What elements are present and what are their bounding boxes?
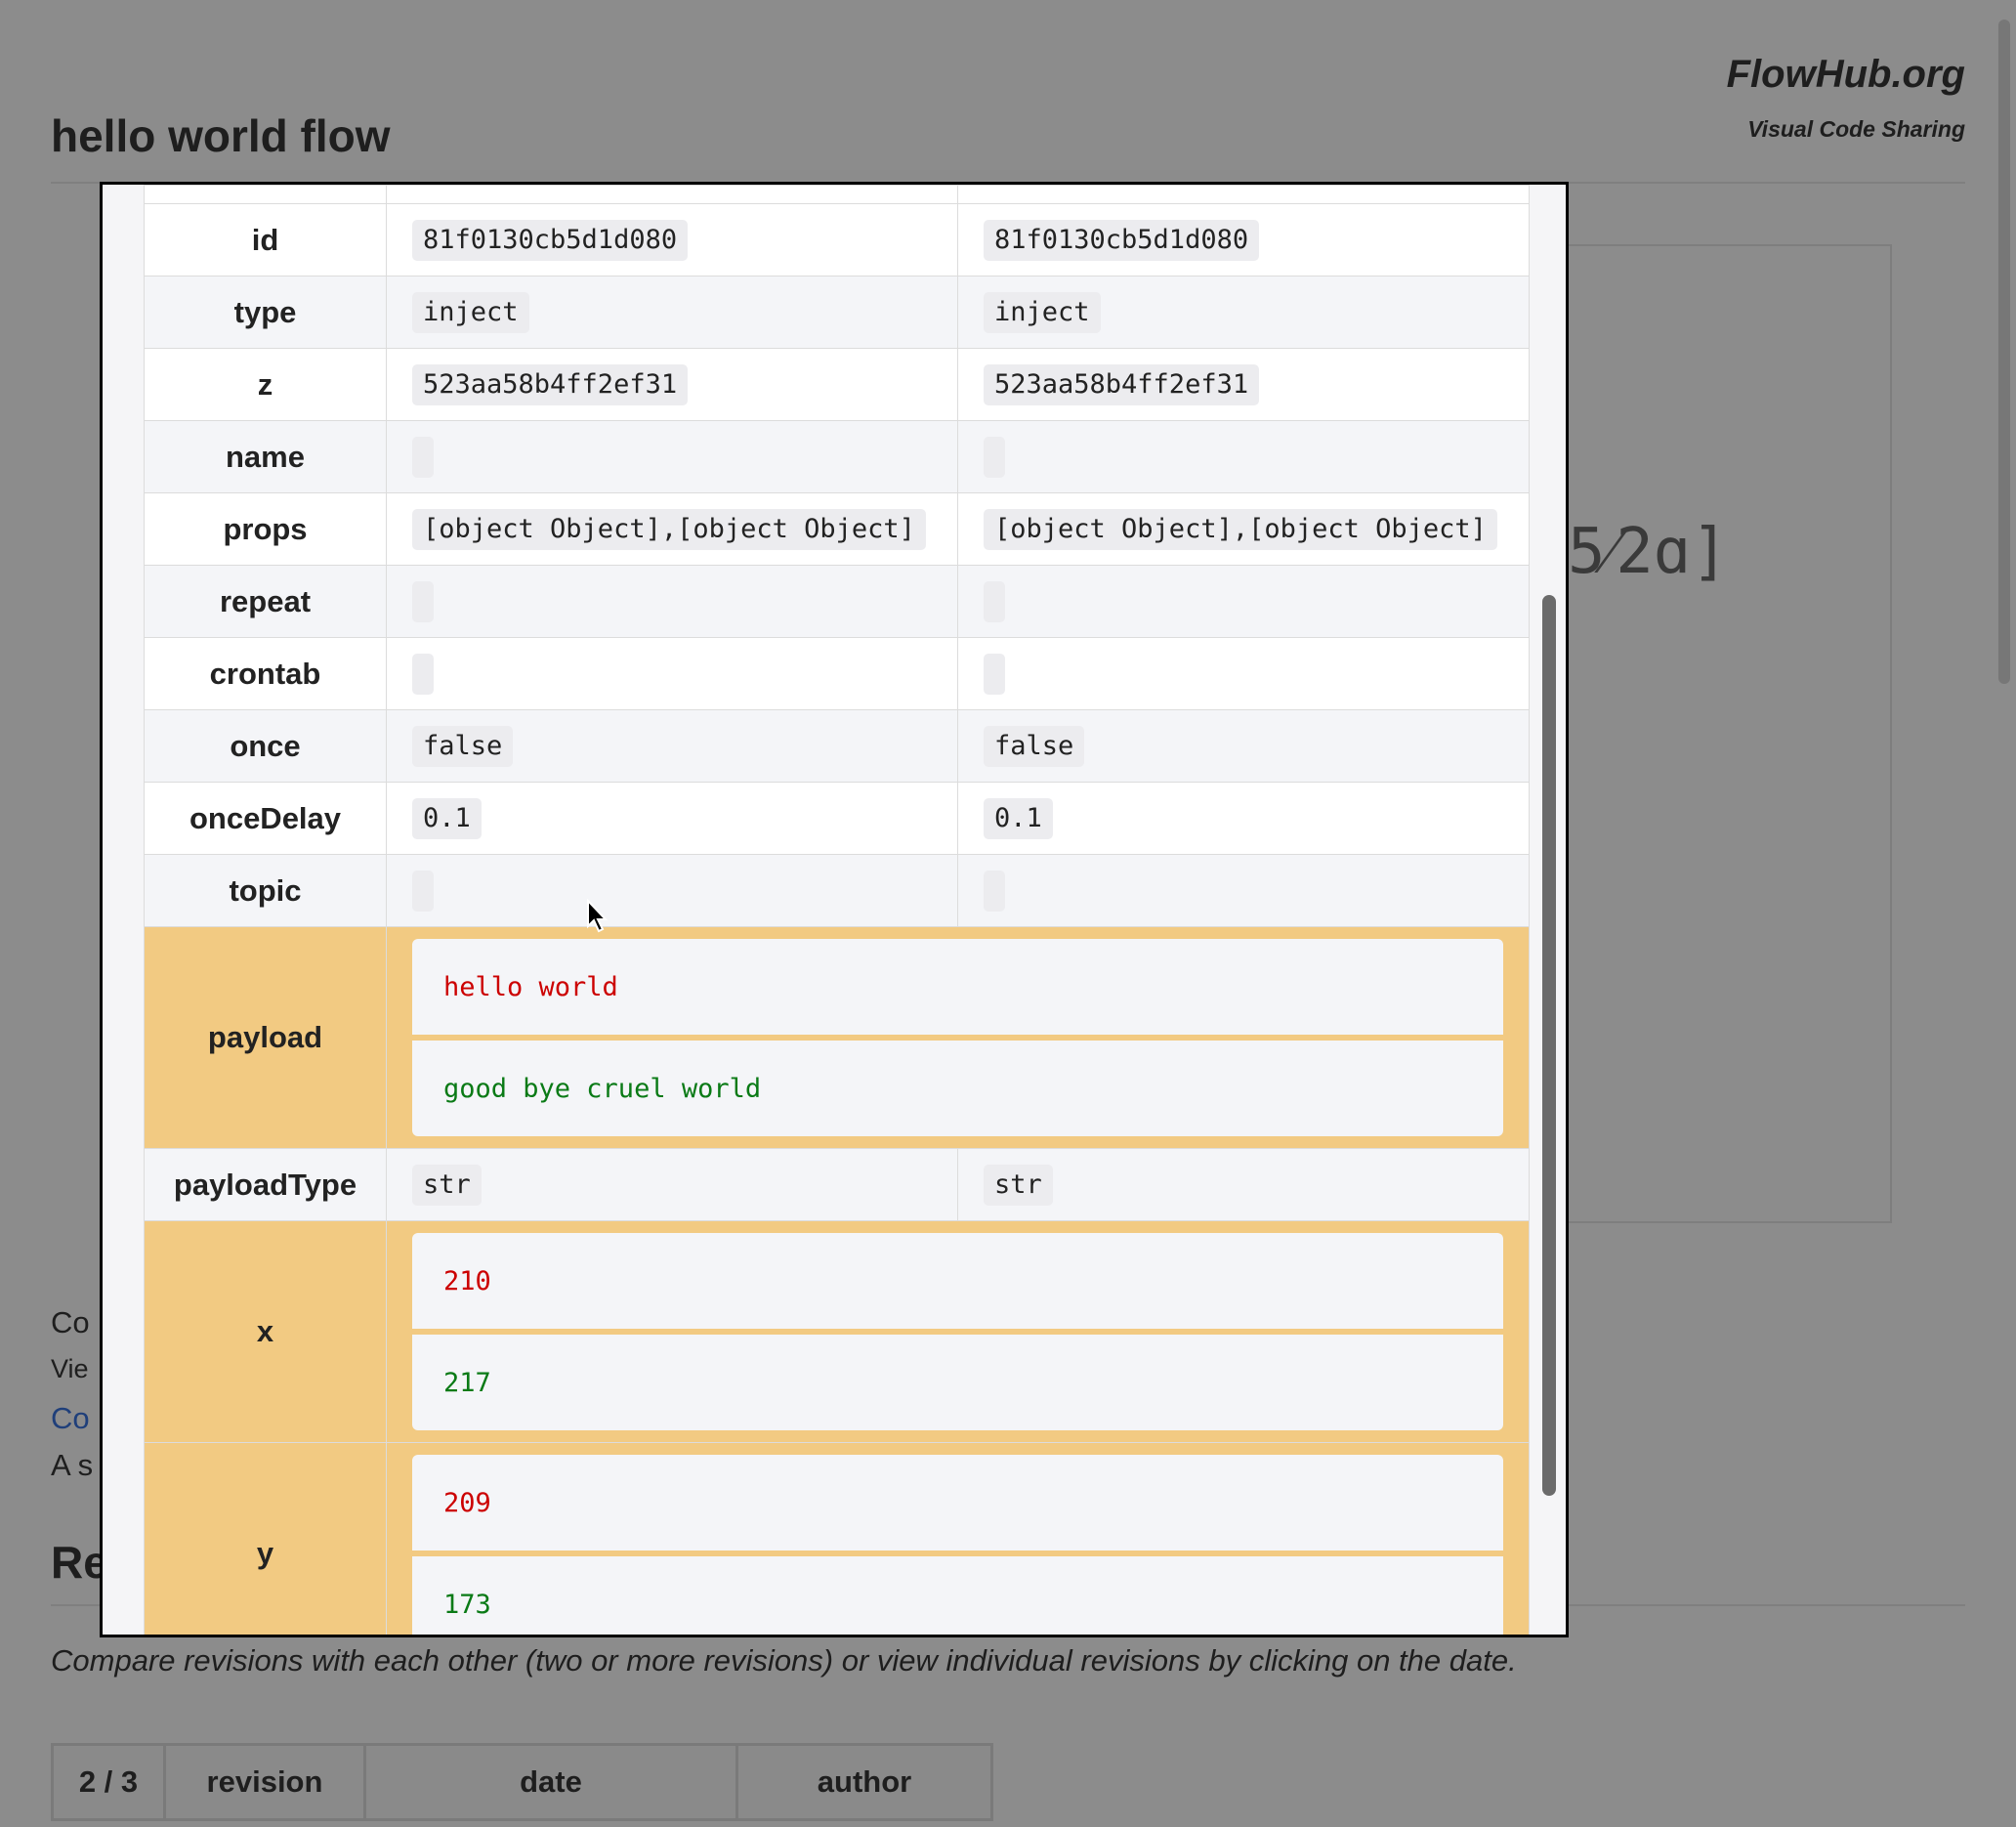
diff-key: onceDelay (144, 782, 387, 855)
diff-row-once: once false false (144, 709, 1530, 783)
diff-left-value: inject (412, 291, 529, 333)
diff-row-oncedelay: onceDelay 0.1 0.1 (144, 782, 1530, 855)
diff-box: 209 173 (412, 1455, 1503, 1635)
added-line: good bye cruel world (412, 1035, 1503, 1136)
diff-key: id (144, 203, 387, 276)
diff-left-value: 523aa58b4ff2ef31 (412, 363, 689, 405)
bg-text-line: Vie (51, 1354, 89, 1383)
diff-left-value: str (412, 1164, 482, 1206)
diff-cell: 209 173 (386, 1442, 1530, 1635)
diff-key: crontab (144, 637, 387, 710)
diff-left-value: 0.1 (412, 797, 482, 839)
diff-right-value: str (984, 1164, 1053, 1206)
diff-left-value: false (412, 725, 514, 767)
diff-row-name: name (144, 420, 1530, 493)
diff-row-topic: topic (144, 854, 1530, 927)
diff-left-value (412, 580, 434, 622)
page-scrollbar-thumb[interactable] (1998, 20, 2010, 684)
diff-cell: hello world good bye cruel world (386, 926, 1530, 1149)
diff-modal: id 81f0130cb5d1d080 81f0130cb5d1d080 typ… (100, 182, 1569, 1637)
removed-line: 210 (443, 1265, 491, 1296)
diff-row-payload: payload hello world good bye cruel world (144, 926, 1530, 1149)
diff-cell (957, 185, 1530, 204)
diff-cell: 210 217 (386, 1220, 1530, 1443)
diff-box: hello world good bye cruel world (412, 939, 1503, 1136)
diff-key: payload (144, 926, 387, 1149)
diff-right-value: false (984, 725, 1085, 767)
diff-right-value: 81f0130cb5d1d080 (984, 219, 1260, 261)
diff-row-y: y 209 173 (144, 1442, 1530, 1635)
diff-row-x: x 210 217 (144, 1220, 1530, 1443)
site-brand: FlowHub.org Visual Code Sharing (1727, 53, 1965, 143)
table-row (144, 185, 1530, 204)
col-author: author (735, 1743, 993, 1821)
diff-cell (144, 185, 387, 204)
site-tagline: Visual Code Sharing (1747, 116, 1965, 142)
modal-scrollbar-thumb[interactable] (1542, 595, 1556, 1496)
revisions-pagination[interactable]: 2 / 3 (51, 1743, 166, 1821)
diff-key: type (144, 276, 387, 349)
diff-key: repeat (144, 565, 387, 638)
diff-key: topic (144, 854, 387, 927)
flow-preview-panel (1553, 244, 1892, 1223)
diff-box: 210 217 (412, 1233, 1503, 1430)
removed-line: hello world (443, 971, 618, 1002)
mouse-cursor-icon (587, 899, 609, 933)
diff-left-value: 81f0130cb5d1d080 (412, 219, 689, 261)
diff-left-value (412, 436, 434, 478)
diff-right-value (984, 653, 1005, 695)
diff-key: z (144, 348, 387, 421)
diff-key: name (144, 420, 387, 493)
revisions-hint: Compare revisions with each other (two o… (51, 1643, 1517, 1678)
diff-left-value (412, 653, 434, 695)
diff-row-payloadtype: payloadType str str (144, 1148, 1530, 1221)
added-line: 173 (412, 1551, 1503, 1635)
diff-table: id 81f0130cb5d1d080 81f0130cb5d1d080 typ… (144, 185, 1530, 1635)
diff-cell (386, 185, 958, 204)
bg-text-line: A s (51, 1448, 94, 1482)
diff-key: once (144, 709, 387, 783)
diff-key: props (144, 492, 387, 566)
diff-row-z: z 523aa58b4ff2ef31 523aa58b4ff2ef31 (144, 348, 1530, 421)
removed-line: 209 (443, 1487, 491, 1518)
diff-key: payloadType (144, 1148, 387, 1221)
diff-right-value (984, 436, 1005, 478)
diff-right-value (984, 580, 1005, 622)
diff-right-value: 0.1 (984, 797, 1053, 839)
diff-row-crontab: crontab (144, 637, 1530, 710)
flow-preview-text: 5⁄2ɑ] (1568, 516, 1729, 588)
page-scrollbar[interactable] (1993, 0, 2016, 684)
diff-row-props: props [object Object],[object Object] [o… (144, 492, 1530, 566)
diff-row-id: id 81f0130cb5d1d080 81f0130cb5d1d080 (144, 203, 1530, 276)
col-revision: revision (163, 1743, 366, 1821)
diff-right-value (984, 870, 1005, 912)
revisions-table: 2 / 3 revision date author (51, 1743, 993, 1821)
col-date: date (363, 1743, 738, 1821)
site-name[interactable]: FlowHub.org (1727, 53, 1965, 97)
diff-right-value: [object Object],[object Object] (984, 508, 1497, 550)
diff-row-type: type inject inject (144, 276, 1530, 349)
added-line: 217 (412, 1329, 1503, 1430)
diff-key: x (144, 1220, 387, 1443)
diff-key: y (144, 1442, 387, 1635)
diff-row-repeat: repeat (144, 565, 1530, 638)
page-title: hello world flow (51, 110, 391, 161)
diff-left-value (412, 870, 434, 912)
diff-right-value: 523aa58b4ff2ef31 (984, 363, 1260, 405)
bg-text-line: Co (51, 1305, 90, 1339)
diff-left-value: [object Object],[object Object] (412, 508, 926, 550)
diff-right-value: inject (984, 291, 1101, 333)
bg-link[interactable]: Co (51, 1401, 90, 1436)
